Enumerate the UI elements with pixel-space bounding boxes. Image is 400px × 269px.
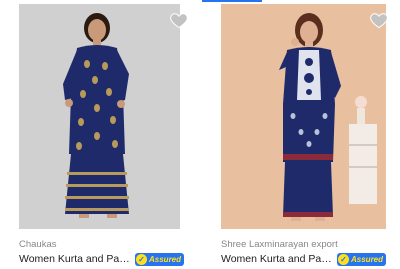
assured-check-icon: ✓ — [136, 253, 147, 265]
product-image[interactable] — [19, 4, 180, 229]
assured-label: Assured — [351, 254, 384, 264]
product-card[interactable]: Chaukas Women Kurta and Palaz... ✓ Assur… — [19, 0, 200, 269]
product-brand: Chaukas — [19, 239, 57, 250]
product-title[interactable]: Women Kurta and Palaz... — [221, 253, 333, 265]
wishlist-heart-icon[interactable] — [369, 10, 389, 30]
assured-check-icon: ✓ — [338, 253, 349, 265]
product-card[interactable]: Shree Laxminarayan export Women Kurta an… — [221, 0, 400, 269]
product-title[interactable]: Women Kurta and Palaz... — [19, 253, 131, 265]
wishlist-heart-icon[interactable] — [169, 10, 189, 30]
product-image[interactable] — [221, 4, 386, 229]
assured-badge: ✓ Assured — [135, 252, 185, 266]
assured-label: Assured — [149, 254, 182, 264]
assured-badge: ✓ Assured — [337, 252, 387, 266]
product-brand: Shree Laxminarayan export — [221, 239, 338, 250]
